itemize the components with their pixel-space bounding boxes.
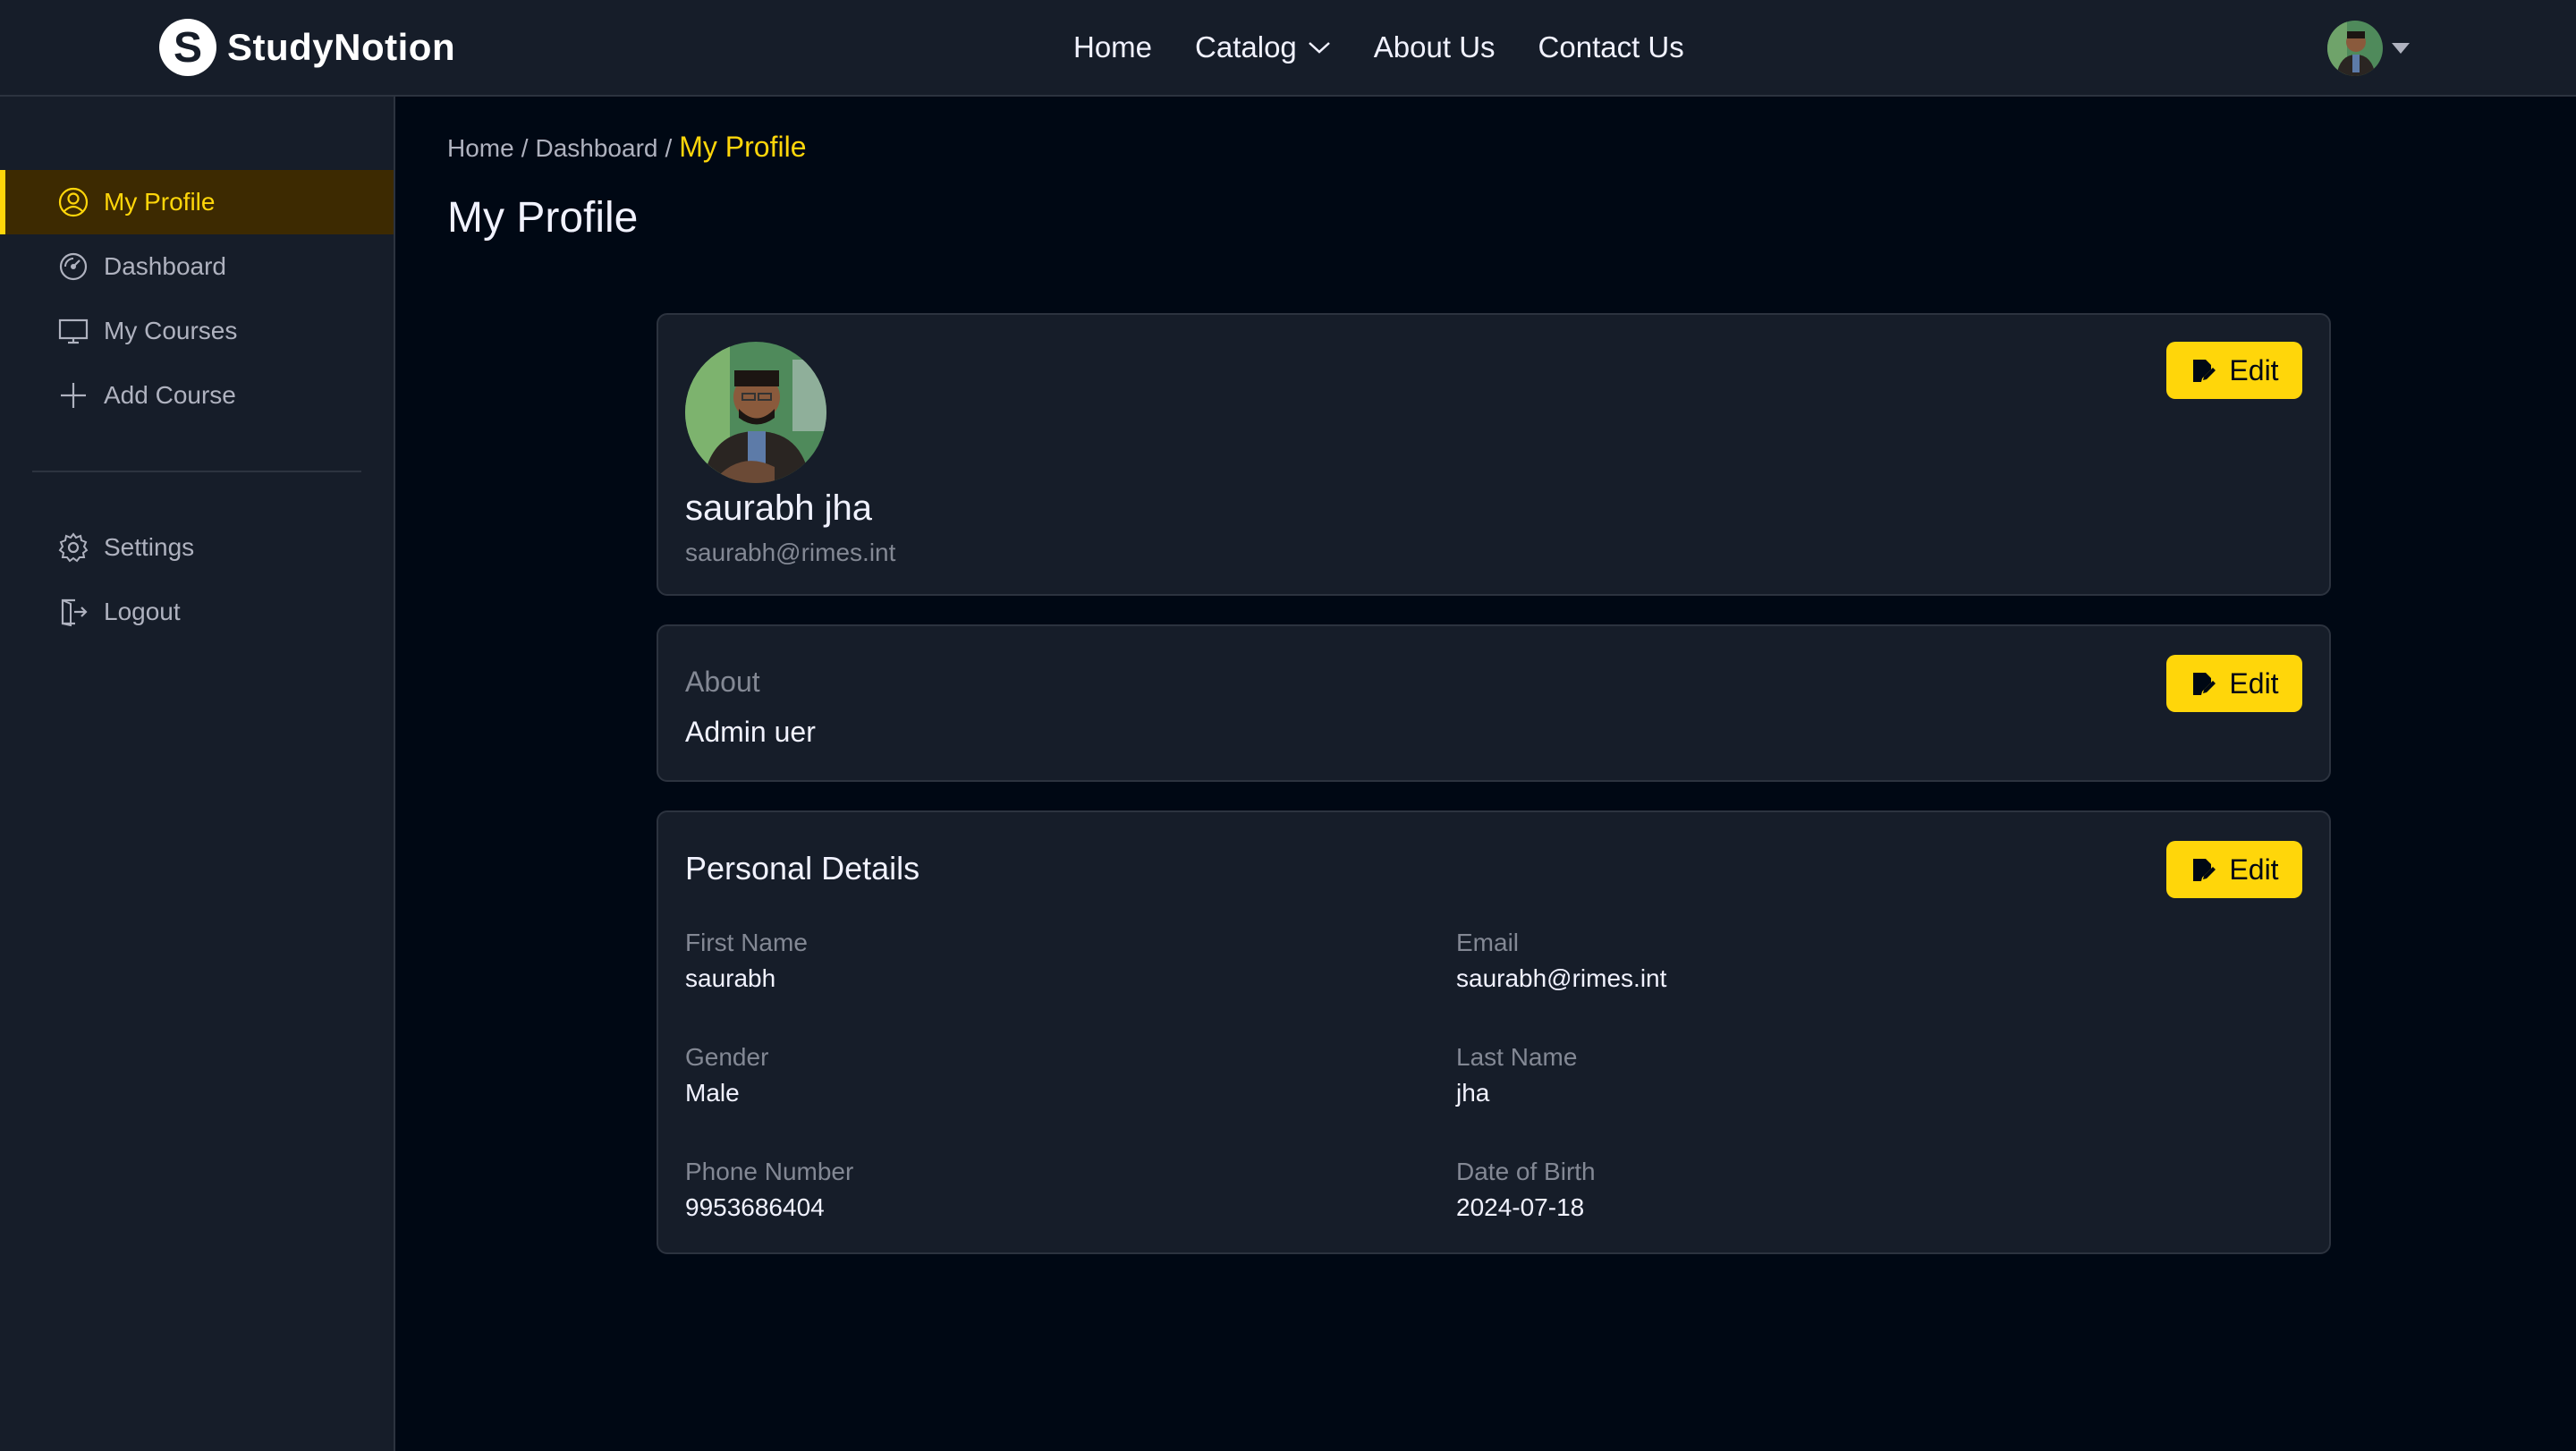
edit-icon — [2193, 859, 2216, 881]
nav-link-contact[interactable]: Contact Us — [1538, 30, 1684, 64]
edit-about-button[interactable]: Edit — [2166, 655, 2302, 712]
plus-icon — [61, 383, 86, 408]
nav-link-catalog[interactable]: Catalog — [1195, 30, 1331, 64]
edit-button-label: Edit — [2229, 353, 2279, 386]
brand-name: StudyNotion — [227, 26, 456, 68]
profile-email: saurabh@rimes.int — [685, 539, 896, 566]
edit-profile-button[interactable]: Edit — [2166, 342, 2302, 399]
nav-link-catalog-label: Catalog — [1195, 30, 1297, 64]
nav-links: Home Catalog About Us Contact Us — [1073, 25, 1684, 70]
about-label: About — [685, 666, 760, 698]
sidebar-item-label: Dashboard — [104, 252, 226, 280]
breadcrumb-current: My Profile — [679, 131, 807, 163]
sidebar-item-add-course[interactable]: Add Course — [0, 363, 394, 428]
user-circle-icon — [58, 187, 89, 217]
breadcrumb: Home / Dashboard / My Profile — [447, 131, 807, 164]
breadcrumb-dashboard[interactable]: Dashboard — [535, 134, 657, 163]
sidebar-item-label: Settings — [104, 533, 195, 561]
field-label-last-name: Last Name — [1456, 1043, 1578, 1071]
personal-details-title: Personal Details — [685, 850, 920, 887]
profile-card: saurabh jha saurabh@rimes.int Edit — [657, 313, 2331, 596]
sidebar-item-settings[interactable]: Settings — [0, 515, 394, 580]
about-text: Admin uer — [685, 716, 816, 748]
sidebar-item-logout[interactable]: Logout — [0, 580, 394, 644]
breadcrumb-separator: / — [521, 134, 529, 162]
logo-icon: S — [159, 19, 216, 76]
sidebar-divider — [32, 471, 361, 472]
field-value-dob: 2024-07-18 — [1456, 1193, 1585, 1221]
field-label-dob: Date of Birth — [1456, 1158, 1596, 1185]
sidebar-item-label: Add Course — [104, 381, 236, 409]
gauge-icon — [59, 252, 88, 281]
field-label-first-name: First Name — [685, 929, 808, 956]
about-card: About Admin uer Edit — [657, 624, 2331, 782]
nav-link-about[interactable]: About Us — [1374, 30, 1496, 64]
field-value-gender: Male — [685, 1079, 740, 1107]
edit-button-label: Edit — [2229, 666, 2279, 700]
field-label-email: Email — [1456, 929, 1520, 956]
caret-down-icon — [2392, 43, 2410, 54]
field-label-gender: Gender — [685, 1043, 769, 1071]
field-value-phone: 9953686404 — [685, 1193, 825, 1221]
user-avatar — [2327, 21, 2383, 76]
monitor-icon — [58, 318, 89, 344]
sidebar-item-label: Logout — [104, 598, 181, 625]
breadcrumb-home[interactable]: Home — [447, 134, 514, 163]
profile-avatar — [685, 342, 826, 483]
sidebar-item-dashboard[interactable]: Dashboard — [0, 234, 394, 299]
gear-icon — [58, 532, 89, 563]
nav-link-home[interactable]: Home — [1073, 30, 1152, 64]
field-value-email: saurabh@rimes.int — [1456, 964, 1667, 992]
brand-logo[interactable]: S StudyNotion — [159, 18, 455, 77]
sidebar-item-my-profile[interactable]: My Profile — [0, 170, 394, 234]
chevron-down-icon — [1308, 42, 1330, 54]
profile-dropdown[interactable] — [2327, 20, 2410, 77]
edit-personal-details-button[interactable]: Edit — [2166, 841, 2302, 898]
field-value-last-name: jha — [1456, 1079, 1490, 1107]
breadcrumb-separator: / — [665, 134, 673, 162]
profile-name: saurabh jha — [685, 488, 873, 528]
logout-icon — [61, 598, 88, 627]
sidebar: My Profile Dashboard My Courses Add Cour… — [0, 97, 395, 1451]
sidebar-item-label: My Profile — [104, 188, 216, 216]
field-value-first-name: saurabh — [685, 964, 776, 992]
edit-icon — [2193, 673, 2216, 695]
field-label-phone: Phone Number — [685, 1158, 854, 1185]
sidebar-item-my-courses[interactable]: My Courses — [0, 299, 394, 363]
edit-icon — [2193, 360, 2216, 382]
page-title: My Profile — [447, 194, 639, 242]
edit-button-label: Edit — [2229, 853, 2279, 886]
personal-details-card: Personal Details Edit First Name saurabh… — [657, 810, 2331, 1254]
sidebar-item-label: My Courses — [104, 317, 238, 344]
top-navbar: S StudyNotion Home Catalog About Us Cont… — [0, 0, 2576, 97]
